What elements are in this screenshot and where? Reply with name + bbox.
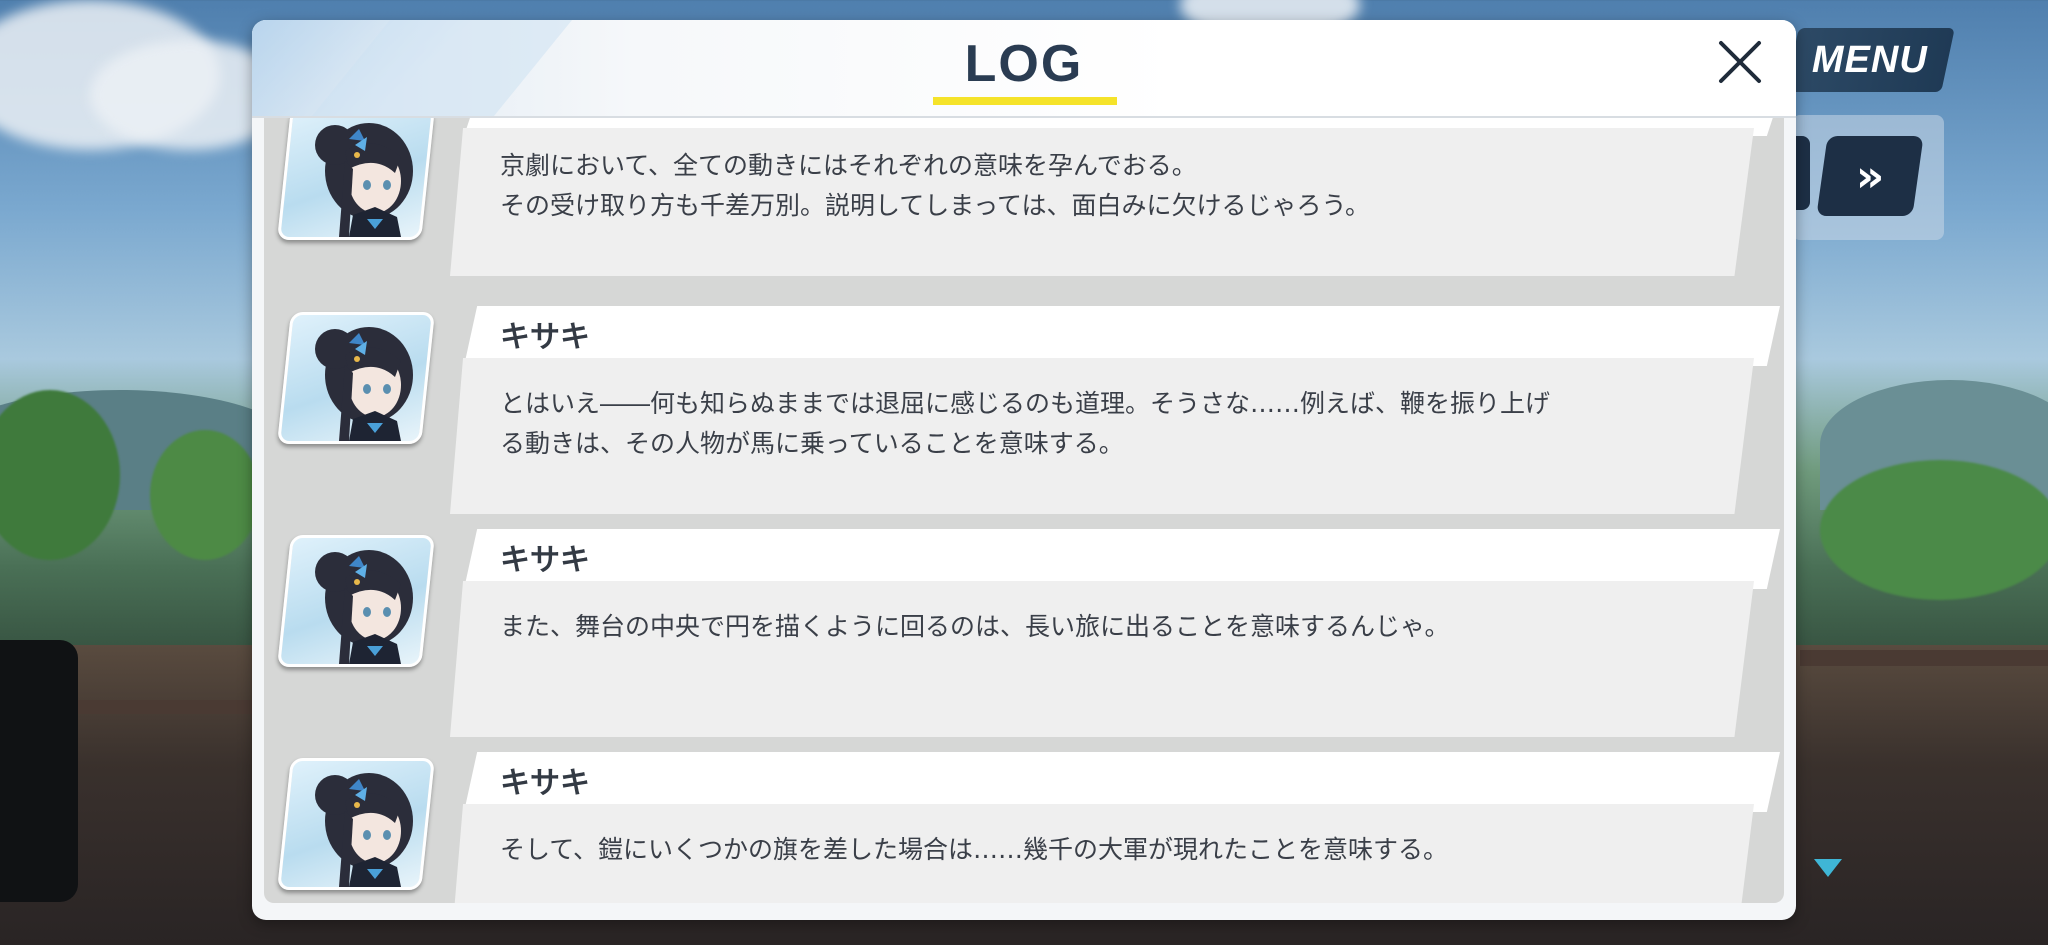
log-entry: 京劇において、全ての動きにはそれぞれの意味を孕んでおる。 その受け取り方も千差万…: [264, 118, 1784, 276]
scroll-down-indicator-icon: [1814, 859, 1842, 877]
speaker-portrait: [277, 118, 435, 240]
speaker-name: キサキ: [500, 766, 590, 801]
menu-button[interactable]: MENU: [1785, 28, 1955, 92]
speaker-portrait: [277, 758, 435, 890]
fast-forward-icon: »: [1855, 150, 1885, 202]
log-header: LOG: [252, 20, 1796, 118]
fast-forward-button[interactable]: »: [1816, 136, 1924, 216]
character-portrait-image: [315, 123, 413, 237]
close-button[interactable]: [1712, 34, 1768, 90]
speaker-name-bar: [464, 752, 1780, 812]
speaker-name: キサキ: [500, 543, 590, 578]
side-panel: [0, 640, 78, 902]
menu-label: MENU: [1812, 38, 1928, 81]
speaker-portrait: [277, 312, 435, 444]
log-dialog: LOG 京劇において、全ての動きにはそれぞれの意味を孕んでおる。 その受け取り方…: [252, 20, 1796, 920]
log-entry: キサキ また、舞台の中央で円を描くように回るのは、長い旅に出ることを意味するんじ…: [264, 529, 1784, 739]
title-underline: [933, 97, 1117, 105]
speaker-name-bar: [464, 306, 1780, 366]
character-portrait-image: [315, 327, 413, 441]
log-title: LOG: [964, 35, 1084, 93]
dialogue-text: 京劇において、全ての動きにはそれぞれの意味を孕んでおる。 その受け取り方も千差万…: [500, 151, 1371, 220]
character-portrait-image: [315, 550, 413, 664]
log-entry: キサキ そして、鎧にいくつかの旗を差した場合は……幾千の大軍が現れたことを意味す…: [264, 752, 1784, 903]
log-list[interactable]: 京劇において、全ての動きにはそれぞれの意味を孕んでおる。 その受け取り方も千差万…: [264, 118, 1784, 903]
dialogue-text: とはいえ――何も知らぬままでは退屈に感じるのも道理。そうさな……例えば、鞭を振り…: [500, 389, 1551, 458]
dialogue-text: また、舞台の中央で円を描くように回るのは、長い旅に出ることを意味するんじゃ。: [500, 612, 1450, 641]
character-portrait-image: [315, 773, 413, 887]
close-icon: [1719, 41, 1761, 83]
log-entry: キサキ とはいえ――何も知らぬままでは退屈に感じるのも道理。そうさな……例えば、…: [264, 306, 1784, 516]
speaker-name: キサキ: [500, 320, 590, 355]
dialogue-text: そして、鎧にいくつかの旗を差した場合は……幾千の大軍が現れたことを意味する。: [500, 835, 1449, 864]
dialogue-box: [450, 581, 1754, 737]
speaker-portrait: [277, 535, 435, 667]
speaker-name-bar: [464, 529, 1780, 589]
